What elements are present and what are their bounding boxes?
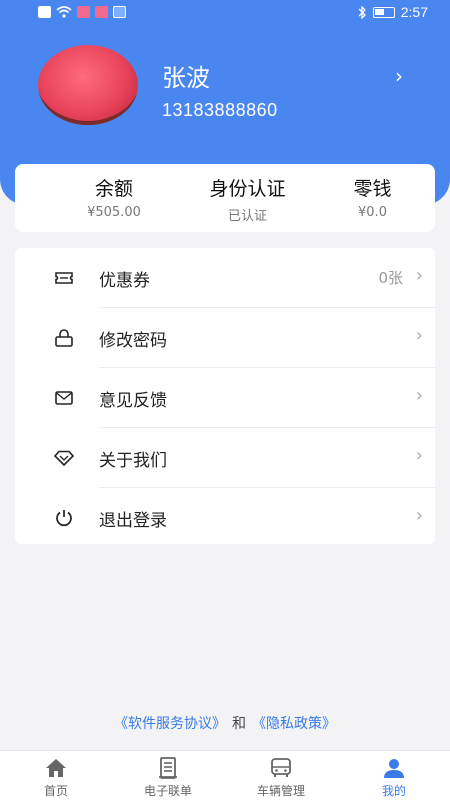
bottom-tab-bar: 首页 电子联单 车辆管理 我的 (0, 750, 450, 800)
tab-label: 车辆管理 (256, 784, 305, 798)
identity-label: 身份认证 (209, 178, 286, 200)
user-name: 张波 (162, 64, 210, 92)
tab-vehicle-management[interactable]: 车辆管理 (231, 757, 331, 799)
message-app-icon (113, 6, 126, 18)
battery-icon (372, 6, 395, 18)
and-text: 和 (232, 716, 246, 732)
tab-label: 我的 (381, 784, 406, 798)
document-icon (159, 757, 177, 779)
tab-electronic-bills[interactable]: 电子联单 (118, 757, 218, 799)
service-agreement-link[interactable]: 《软件服务协议》 (114, 716, 226, 732)
status-left-icons (38, 6, 126, 18)
settings-menu: 优惠券 0张 › 修改密码 › 意见反馈 › 关于我们 › 退出登录 › (15, 248, 435, 544)
menu-item-feedback[interactable]: 意见反馈 › (15, 368, 435, 427)
change-label: 零钱 (353, 178, 392, 200)
privacy-policy-link[interactable]: 《隐私政策》 (252, 716, 336, 732)
tab-label: 电子联单 (143, 784, 192, 798)
menu-item-change-password[interactable]: 修改密码 › (15, 308, 435, 367)
mail-icon (53, 387, 75, 409)
user-icon (384, 759, 404, 778)
power-icon (53, 507, 75, 529)
bus-icon (271, 758, 291, 777)
menu-item-label: 关于我们 (99, 451, 167, 471)
identity-stat[interactable]: 身份认证 已认证 (175, 174, 320, 224)
balance-label: 余额 (94, 178, 133, 200)
lock-icon (53, 327, 75, 349)
diamond-icon (53, 447, 75, 469)
status-time: 2:57 (400, 4, 428, 20)
chevron-right-icon: › (415, 385, 423, 406)
status-right-icons: 2:57 (357, 4, 428, 20)
menu-item-about-us[interactable]: 关于我们 › (15, 428, 435, 487)
home-icon (46, 759, 66, 777)
status-bar: 2:57 (0, 0, 450, 26)
wifi-icon (56, 6, 72, 18)
chevron-right-icon: › (415, 505, 423, 526)
menu-item-label: 意见反馈 (99, 391, 167, 411)
menu-item-logout[interactable]: 退出登录 › (15, 488, 435, 547)
coupon-count: 0张 (378, 269, 403, 287)
tab-mine[interactable]: 我的 (344, 757, 444, 799)
change-stat[interactable]: 零钱 ¥0.0 (315, 174, 430, 220)
chevron-right-icon: › (415, 445, 423, 466)
legal-links: 《软件服务协议》和《隐私政策》 (0, 713, 450, 733)
app-notification-icon (77, 6, 90, 18)
bluetooth-icon (358, 5, 366, 19)
avatar[interactable] (38, 45, 138, 125)
ticket-icon (53, 267, 75, 289)
chevron-right-icon: › (415, 325, 423, 346)
profile-chevron-right-icon[interactable]: › (395, 64, 403, 88)
balance-stat[interactable]: 余额 ¥505.00 (59, 174, 169, 220)
chevron-right-icon: › (415, 265, 423, 286)
menu-item-label: 修改密码 (99, 331, 167, 351)
menu-item-coupons[interactable]: 优惠券 0张 › (15, 248, 435, 307)
menu-item-label: 退出登录 (99, 511, 167, 531)
change-value: ¥0.0 (358, 205, 387, 220)
balance-value: ¥505.00 (87, 205, 141, 220)
menu-item-label: 优惠券 (99, 271, 150, 291)
notification-icon (38, 6, 51, 18)
user-phone: 13183888860 (162, 100, 278, 120)
account-summary-card: 余额 ¥505.00 身份认证 已认证 零钱 ¥0.0 (15, 164, 435, 232)
tab-home[interactable]: 首页 (6, 757, 106, 799)
identity-value: 已认证 (227, 209, 267, 224)
book-app-icon (95, 6, 108, 18)
tab-label: 首页 (43, 784, 68, 798)
